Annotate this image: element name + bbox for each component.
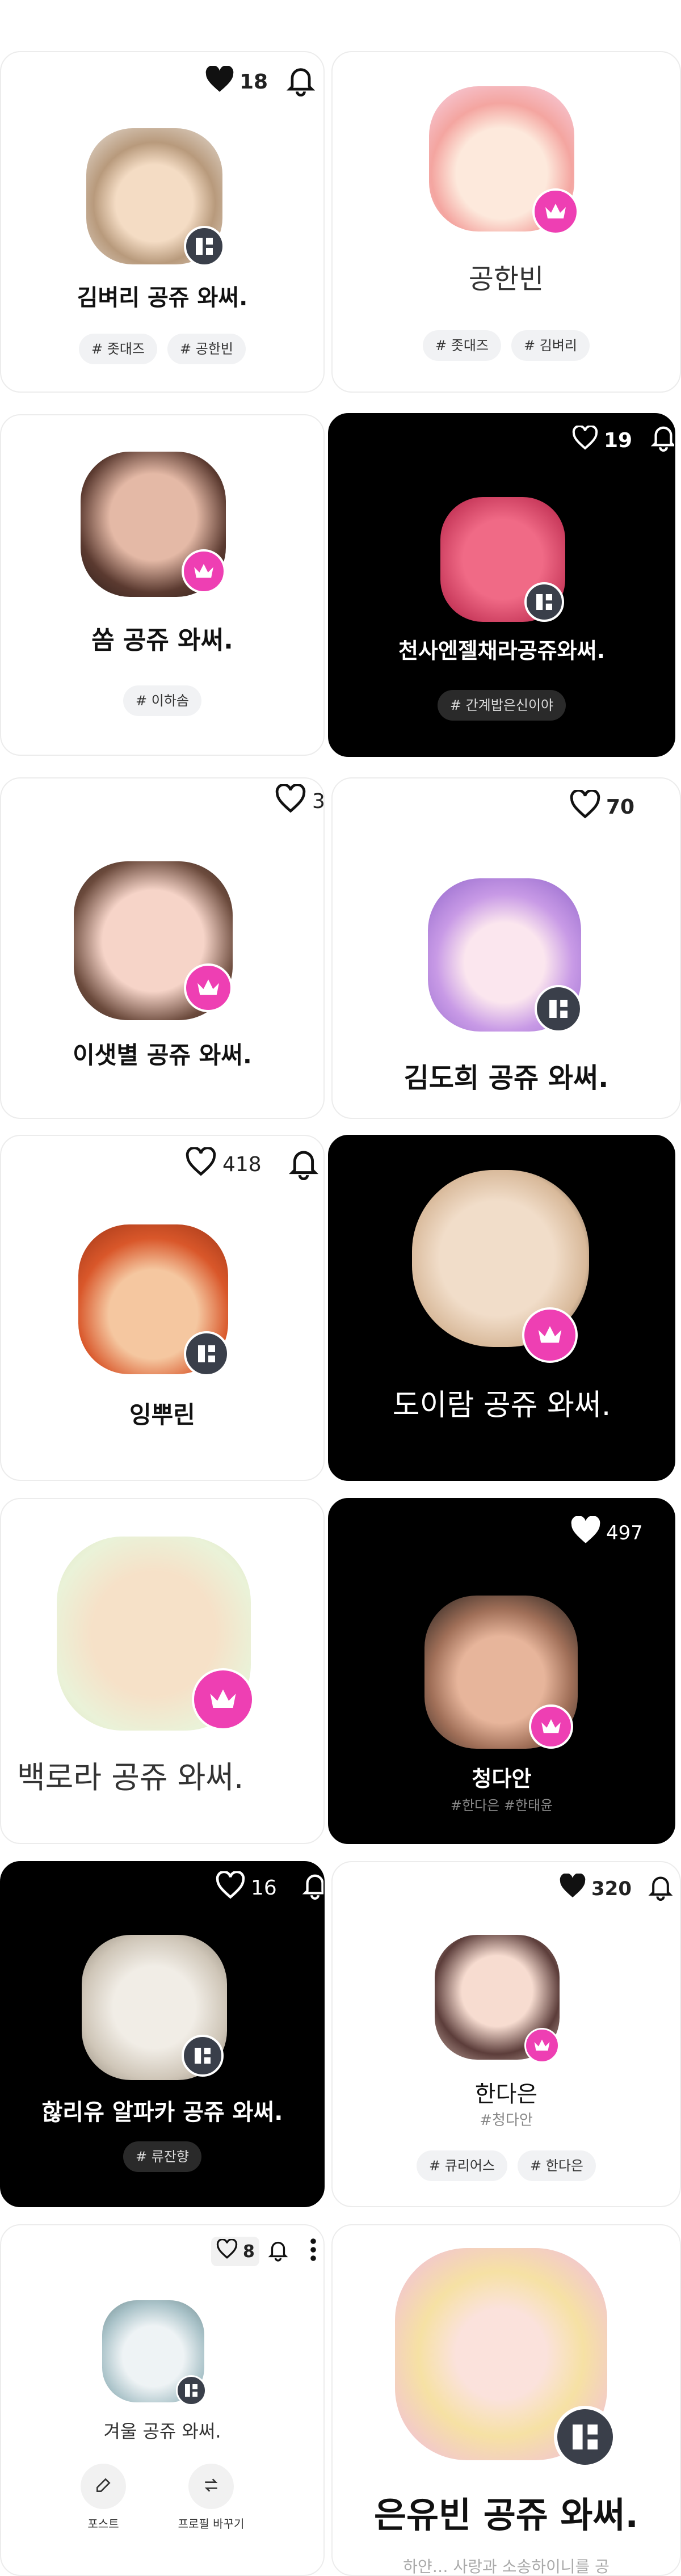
profile-name: 도이람 공쥬 와써. <box>392 1388 611 1422</box>
grid-badge-icon <box>554 2406 616 2468</box>
heart-outline-icon <box>274 783 308 819</box>
like-count[interactable]: 18 <box>204 65 268 98</box>
heart-outline-icon <box>216 2238 238 2264</box>
crown-badge-icon <box>522 1307 578 1363</box>
hashtag-chip[interactable]: # 공한빈 <box>167 334 246 364</box>
profile-card[interactable]: 497 청다안 #한다은 #한태윤 <box>328 1498 675 1844</box>
more-menu-icon[interactable] <box>310 2238 317 2264</box>
profile-card[interactable]: 쏨 공쥬 와써. # 이하솜 <box>0 414 325 756</box>
profile-name: 한다은 <box>474 2081 538 2107</box>
profile-name: 잉뿌린 <box>129 1401 195 1429</box>
grid-badge-icon <box>524 582 564 622</box>
bell-icon[interactable] <box>268 2239 288 2264</box>
hashtag-chip[interactable]: # 류잔향 <box>123 2141 201 2172</box>
grid-badge-icon <box>176 2375 207 2406</box>
bell-icon[interactable] <box>286 65 316 99</box>
profile-name: 은유빈 공쥬 와써. <box>373 2494 638 2536</box>
profile-card[interactable]: 18 김벼리 공쥬 와써. # 좃대즈 # 공한빈 <box>0 51 325 393</box>
hashtag-chip[interactable]: # 간계밥은신이야 <box>437 690 566 721</box>
crown-badge-icon <box>184 963 233 1012</box>
like-count[interactable]: 16 <box>215 1870 277 1905</box>
hashtag-chip[interactable]: # 김벼리 <box>511 330 590 361</box>
profile-name: 김벼리 공쥬 와써. <box>77 285 248 311</box>
profile-card[interactable]: 320 한다은 #청다안 # 큐리어스 # 한다은 <box>331 1861 681 2207</box>
like-count[interactable]: 320 <box>558 1873 632 1904</box>
heart-filled-icon <box>204 65 235 98</box>
edit-icon <box>94 2476 112 2497</box>
profile-name: 김도희 공쥬 와써. <box>403 1062 609 1094</box>
heart-filled-icon <box>558 1873 587 1904</box>
profile-card[interactable]: 3 이샛별 공쥬 와써. <box>0 777 325 1119</box>
profile-name: 백로라 공쥬 와써. <box>17 1760 244 1795</box>
heart-outline-icon <box>184 1146 218 1182</box>
profile-name: 쏨 공쥬 와써. <box>91 626 233 655</box>
change-profile-action[interactable]: 프로필 바꾸기 <box>154 2464 268 2531</box>
crown-badge-icon <box>532 188 579 235</box>
profile-name: 핞리유 알파카 공쥬 와써. <box>41 2099 283 2125</box>
hashtag-chip[interactable]: # 좃대즈 <box>79 334 157 364</box>
bell-icon[interactable] <box>650 423 674 454</box>
bell-icon[interactable] <box>648 1874 673 1903</box>
hashtag-chip[interactable]: # 큐리어스 <box>416 2150 508 2181</box>
profile-name: 천사엔젤채라공쥬와써. <box>398 638 606 663</box>
profile-card[interactable]: 백로라 공쥬 와써. <box>0 1498 325 1844</box>
crown-badge-icon <box>529 1704 573 1749</box>
bell-icon[interactable] <box>302 1871 323 1902</box>
profile-card[interactable]: 418 잉뿌린 <box>0 1135 325 1481</box>
like-count[interactable]: 497 <box>570 1516 643 1550</box>
heart-outline-icon <box>571 424 599 456</box>
profile-card[interactable]: 16 핞리유 알파카 공쥬 와써. # 류잔향 <box>0 1861 325 2207</box>
grid-badge-icon <box>535 985 582 1033</box>
swap-icon <box>202 2476 220 2497</box>
like-count[interactable]: 70 <box>569 789 634 824</box>
like-count[interactable]: 418 <box>184 1146 262 1182</box>
grid-badge-icon <box>184 226 225 267</box>
crown-badge-icon <box>524 2028 560 2063</box>
profile-card[interactable]: 공한빈 # 좃대즈 # 김벼리 <box>331 51 681 393</box>
profile-name: 겨울 공쥬 와써. <box>103 2421 221 2442</box>
crown-badge-icon <box>192 1668 254 1731</box>
like-count[interactable]: 3 <box>274 783 323 819</box>
profile-name: 청다안 <box>472 1766 532 1791</box>
profile-name: 이샛별 공쥬 와써. <box>73 1041 252 1069</box>
heart-outline-icon <box>215 1870 246 1905</box>
hashtag-chip[interactable]: # 이하솜 <box>123 685 201 716</box>
post-action[interactable]: 포스트 <box>69 2464 137 2531</box>
hashtag-chip[interactable]: # 좃대즈 <box>423 330 501 361</box>
profile-name: 공한빈 <box>468 263 544 295</box>
profile-card[interactable]: 70 김도희 공쥬 와써. <box>331 777 681 1119</box>
profile-subtitle: #청다안 <box>480 2112 533 2129</box>
bell-icon[interactable] <box>288 1147 319 1182</box>
profile-subtitle: #한다은 #한태윤 <box>450 1798 553 1813</box>
hashtag-chip[interactable]: # 한다은 <box>518 2150 596 2181</box>
like-count[interactable]: 19 <box>571 424 632 456</box>
grid-badge-icon <box>184 1331 229 1377</box>
heart-outline-icon <box>569 789 602 824</box>
profile-card[interactable]: 8 겨울 공쥬 와써. 포스트 프로필 바꾸기 <box>0 2224 325 2576</box>
profile-card[interactable]: 19 천사엔젤채라공쥬와써. # 간계밥은신이야 <box>328 413 675 757</box>
crown-badge-icon <box>182 549 226 594</box>
grid-badge-icon <box>182 2035 224 2077</box>
profile-card[interactable]: 은유빈 공쥬 와써. 하얀… 사랑과 소송하이니를 공 <box>331 2224 681 2576</box>
profile-card[interactable]: 도이람 공쥬 와써. <box>328 1135 675 1481</box>
like-count[interactable]: 8 <box>211 2237 259 2266</box>
heart-filled-icon <box>570 1516 602 1550</box>
profile-subtitle: 하얀… 사랑과 소송하이니를 공 <box>403 2557 609 2576</box>
